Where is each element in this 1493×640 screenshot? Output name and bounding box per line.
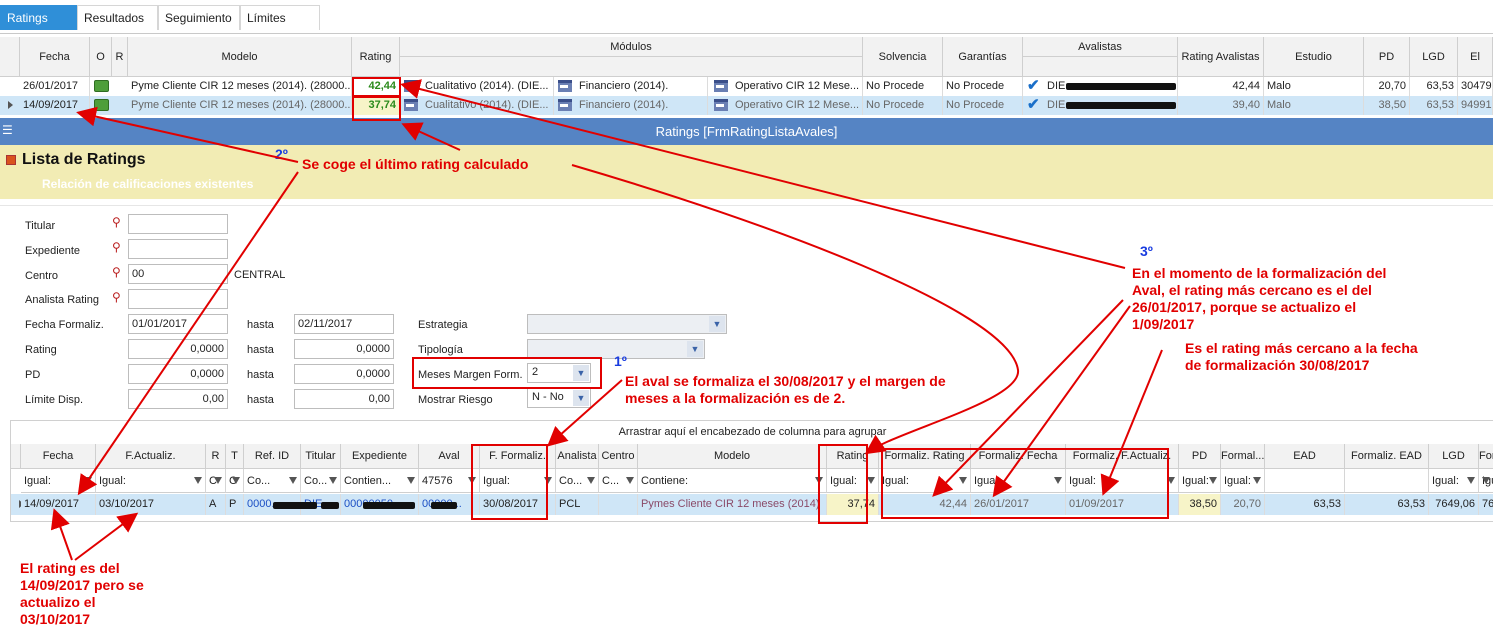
annotation-arrows: [50, 79, 1163, 561]
arrow: [992, 305, 1131, 498]
arrow: [571, 164, 1020, 455]
arrow: [1100, 349, 1163, 496]
arrow: [401, 122, 461, 151]
arrow: [932, 299, 1124, 497]
arrow: [77, 171, 299, 496]
arrow: [547, 379, 623, 447]
arrow: [400, 79, 1126, 269]
arrow: [74, 512, 139, 561]
arrow: [50, 508, 73, 561]
arrow: [76, 106, 299, 163]
